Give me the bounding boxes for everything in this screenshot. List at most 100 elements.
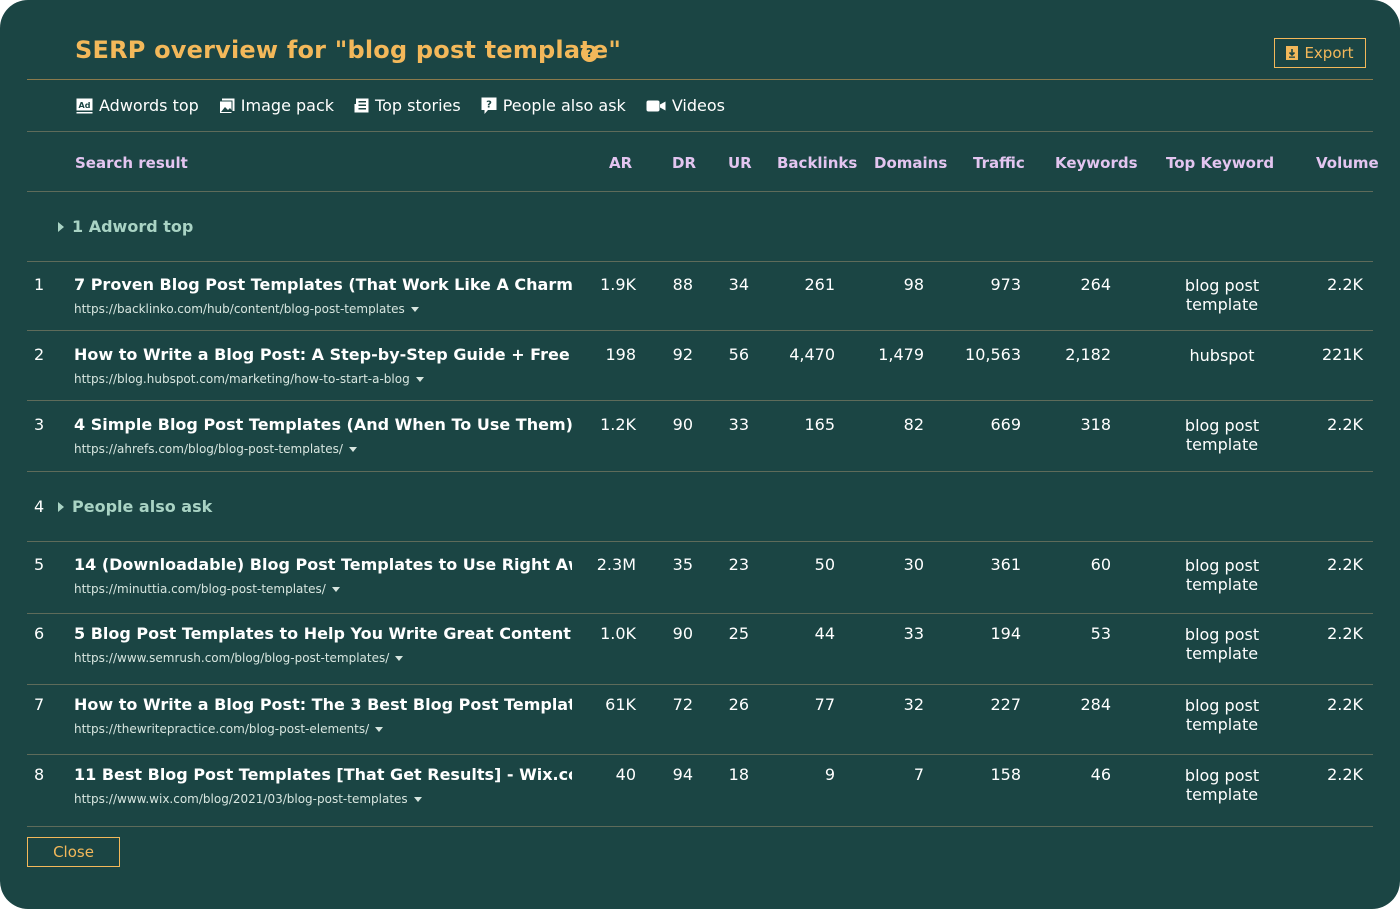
column-backlinks[interactable]: Backlinks xyxy=(777,154,857,172)
svg-text:Ad: Ad xyxy=(79,101,91,110)
keyword-line: blog post xyxy=(1184,416,1260,435)
cell-dr: 92 xyxy=(672,345,693,364)
keyword-line: template xyxy=(1185,295,1259,314)
divider xyxy=(27,131,1373,132)
cell-backlinks: 261 xyxy=(804,275,835,294)
cell-ur: 18 xyxy=(728,765,749,784)
url-text: https://www.semrush.com/blog/blog-post-t… xyxy=(74,651,390,665)
url-text: https://minuttia.com/blog-post-templates… xyxy=(74,582,326,596)
cell-backlinks: 9 xyxy=(824,765,835,784)
chevron-down-icon[interactable] xyxy=(415,376,424,382)
feature-videos[interactable]: Videos xyxy=(646,96,725,115)
divider xyxy=(27,471,1373,472)
column-ur[interactable]: UR xyxy=(728,154,752,172)
cell-ur: 26 xyxy=(728,695,749,714)
column-domains[interactable]: Domains xyxy=(874,154,947,172)
divider xyxy=(27,191,1373,192)
cell-top-keyword[interactable]: blog post template xyxy=(1172,556,1272,594)
result-url[interactable]: https://thewritepractice.com/blog-post-e… xyxy=(74,722,384,736)
divider xyxy=(27,613,1373,614)
cell-traffic: 10,563 xyxy=(965,345,1021,364)
column-ar[interactable]: AR xyxy=(609,154,632,172)
result-url[interactable]: https://www.semrush.com/blog/blog-post-t… xyxy=(74,651,404,665)
result-position: 4 xyxy=(34,497,45,516)
divider xyxy=(27,79,1373,80)
result-title[interactable]: How to Write a Blog Post: The 3 Best Blo… xyxy=(74,695,572,714)
feature-adwords-top[interactable]: Ad Adwords top xyxy=(76,96,199,115)
cell-backlinks: 77 xyxy=(814,695,835,714)
cell-backlinks: 4,470 xyxy=(789,345,835,364)
column-keywords[interactable]: Keywords xyxy=(1055,154,1138,172)
cell-keywords: 264 xyxy=(1080,275,1111,294)
column-traffic[interactable]: Traffic xyxy=(973,154,1025,172)
url-text: https://thewritepractice.com/blog-post-e… xyxy=(74,722,370,736)
cell-keywords: 2,182 xyxy=(1065,345,1111,364)
feature-top-stories[interactable]: Top stories xyxy=(354,96,461,115)
keyword-line: blog post xyxy=(1184,766,1260,785)
expand-triangle-icon xyxy=(58,501,64,512)
cell-domains: 98 xyxy=(903,275,924,294)
cell-ur: 23 xyxy=(728,555,749,574)
export-label: Export xyxy=(1304,44,1354,62)
feature-image-pack[interactable]: Image pack xyxy=(218,96,334,115)
column-dr[interactable]: DR xyxy=(672,154,696,172)
result-url[interactable]: https://www.wix.com/blog/2021/03/blog-po… xyxy=(74,792,422,806)
result-title[interactable]: 14 (Downloadable) Blog Post Templates to… xyxy=(74,555,572,574)
result-position: 5 xyxy=(34,555,45,574)
cell-ar: 1.2K xyxy=(600,415,636,434)
result-url[interactable]: https://blog.hubspot.com/marketing/how-t… xyxy=(74,372,424,386)
cell-volume: 2.2K xyxy=(1327,624,1363,643)
result-title[interactable]: 7 Proven Blog Post Templates (That Work … xyxy=(74,275,572,294)
cell-traffic: 194 xyxy=(990,624,1021,643)
chevron-down-icon[interactable] xyxy=(410,306,419,312)
chevron-down-icon[interactable] xyxy=(375,726,384,732)
group-label: 1 Adword top xyxy=(72,217,194,236)
cell-volume: 221K xyxy=(1321,345,1363,364)
image-icon xyxy=(218,98,235,114)
feature-label: Adwords top xyxy=(99,96,199,115)
column-search-result[interactable]: Search result xyxy=(75,154,188,172)
cell-ar: 198 xyxy=(605,345,636,364)
chevron-down-icon[interactable] xyxy=(348,446,357,452)
column-top-keyword[interactable]: Top Keyword xyxy=(1166,154,1274,172)
result-url[interactable]: https://backlinko.com/hub/content/blog-p… xyxy=(74,302,419,316)
keyword-line: template xyxy=(1185,715,1259,734)
cell-volume: 2.2K xyxy=(1327,695,1363,714)
chevron-down-icon[interactable] xyxy=(413,796,422,802)
result-url[interactable]: https://ahrefs.com/blog/blog-post-templa… xyxy=(74,442,357,456)
result-title[interactable]: 11 Best Blog Post Templates [That Get Re… xyxy=(74,765,572,784)
close-button[interactable]: Close xyxy=(27,837,120,867)
column-volume[interactable]: Volume xyxy=(1316,154,1379,172)
cell-top-keyword[interactable]: blog post template xyxy=(1172,276,1272,314)
url-text: https://ahrefs.com/blog/blog-post-templa… xyxy=(74,442,343,456)
chevron-down-icon[interactable] xyxy=(331,586,340,592)
keyword-line: template xyxy=(1185,644,1259,663)
cell-volume: 2.2K xyxy=(1327,415,1363,434)
adwords-group-toggle[interactable]: 1 Adword top xyxy=(58,217,193,236)
cell-top-keyword[interactable]: blog post template xyxy=(1172,766,1272,804)
divider xyxy=(27,826,1373,827)
cell-top-keyword[interactable]: blog post template xyxy=(1172,696,1272,734)
divider xyxy=(27,684,1373,685)
keyword-line: hubspot xyxy=(1189,346,1255,365)
divider xyxy=(27,400,1373,401)
result-title[interactable]: How to Write a Blog Post: A Step-by-Step… xyxy=(74,345,572,364)
people-also-ask-toggle[interactable]: People also ask xyxy=(58,497,212,516)
cell-top-keyword[interactable]: hubspot xyxy=(1172,346,1272,365)
feature-people-also-ask[interactable]: ? People also ask xyxy=(481,96,626,115)
result-title[interactable]: 4 Simple Blog Post Templates (And When T… xyxy=(74,415,572,434)
page-title: SERP overview for "blog post template" xyxy=(75,36,622,64)
cell-top-keyword[interactable]: blog post template xyxy=(1172,416,1272,454)
cell-keywords: 46 xyxy=(1090,765,1111,784)
cell-dr: 35 xyxy=(672,555,693,574)
divider xyxy=(27,754,1373,755)
cell-top-keyword[interactable]: blog post template xyxy=(1172,625,1272,663)
result-position: 2 xyxy=(34,345,45,364)
result-url[interactable]: https://minuttia.com/blog-post-templates… xyxy=(74,582,340,596)
keyword-line: template xyxy=(1185,575,1259,594)
serp-overview-panel: SERP overview for "blog post template" ?… xyxy=(0,0,1400,909)
chevron-down-icon[interactable] xyxy=(395,655,404,661)
help-icon[interactable]: ? xyxy=(581,45,598,62)
export-button[interactable]: Export xyxy=(1274,38,1366,68)
result-title[interactable]: 5 Blog Post Templates to Help You Write … xyxy=(74,624,572,643)
